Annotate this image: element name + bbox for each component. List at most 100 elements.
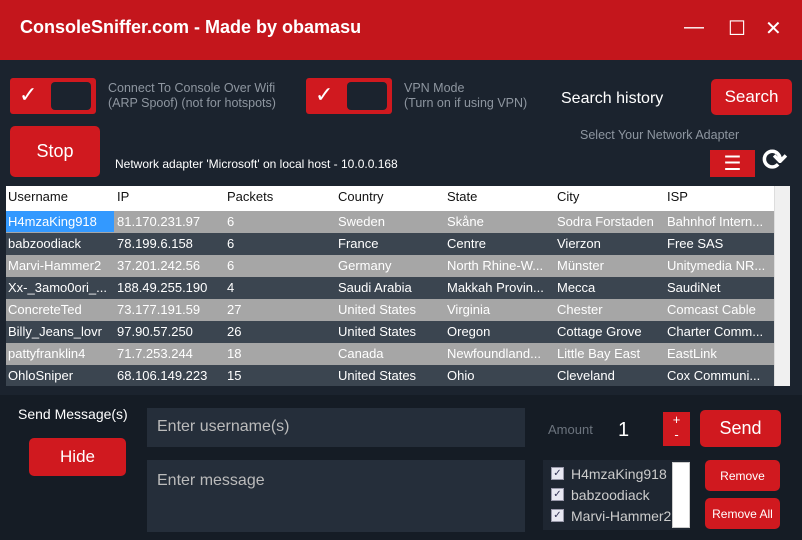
column-header-country[interactable]: Country <box>338 189 384 204</box>
message-panel: Send Message(s) Hide Enter username(s) E… <box>0 395 802 540</box>
checkbox-checked-icon[interactable]: ✓ <box>551 467 564 480</box>
cell-packets: 6 <box>227 214 235 229</box>
cell-city: Mecca <box>557 280 596 295</box>
recipient-item[interactable]: ✓ H4mzaKing918 <box>551 463 690 484</box>
minimize-button[interactable]: — <box>684 16 704 39</box>
cell-country: France <box>338 236 379 251</box>
column-header-username[interactable]: Username <box>8 189 68 204</box>
toggle-knob <box>51 82 91 110</box>
send-message-label: Send Message(s) <box>18 406 128 422</box>
cell-ip: 68.106.149.223 <box>117 368 208 383</box>
amount-label: Amount <box>548 422 593 437</box>
recipient-item[interactable]: ✓ Marvi-Hammer2 <box>551 505 690 526</box>
vpn-label-line2: (Turn on if using VPN) <box>404 96 528 110</box>
table-row[interactable]: ConcreteTed 73.177.191.59 27 United States V… <box>6 299 774 321</box>
cell-country: Canada <box>338 346 384 361</box>
message-input[interactable]: Enter message <box>147 460 525 532</box>
wifi-toggle-label: Connect To Console Over Wifi (ARP Spoof)… <box>108 81 276 111</box>
vpn-label-line1: VPN Mode <box>404 81 465 95</box>
maximize-button[interactable]: ☐ <box>728 16 746 41</box>
remove-button[interactable]: Remove <box>705 460 780 491</box>
cell-ip: 78.199.6.158 <box>117 236 193 251</box>
cell-username: Marvi-Hammer2 <box>8 258 102 273</box>
cell-username: H4mzaKing918 <box>6 211 114 232</box>
column-header-city[interactable]: City <box>557 189 579 204</box>
cell-packets: 27 <box>227 302 242 317</box>
cell-country: United States <box>338 368 417 383</box>
cell-ip: 97.90.57.250 <box>117 324 193 339</box>
vpn-toggle-label: VPN Mode (Turn on if using VPN) <box>404 81 527 111</box>
adapter-status: Network adapter 'Microsoft' on local hos… <box>115 157 398 171</box>
table-header: Username IP Packets Country State City ISP <box>6 186 774 210</box>
hide-button[interactable]: Hide <box>29 438 126 476</box>
cell-state: Newfoundland... <box>447 346 541 361</box>
window-title: ConsoleSniffer.com - Made by obamasu <box>20 17 362 37</box>
cell-username: pattyfranklin4 <box>8 346 86 361</box>
cell-city: Cottage Grove <box>557 324 642 339</box>
recipient-item[interactable]: ✓ babzoodiack <box>551 484 690 505</box>
cell-packets: 18 <box>227 346 242 361</box>
minus-icon[interactable]: - <box>663 427 690 442</box>
cell-isp: Free SAS <box>667 236 724 251</box>
column-header-ip[interactable]: IP <box>117 189 129 204</box>
wifi-label-line1: Connect To Console Over Wifi <box>108 81 276 95</box>
cell-isp: Cox Communi... <box>667 368 761 383</box>
cell-city: Münster <box>557 258 604 273</box>
cell-packets: 4 <box>227 280 235 295</box>
cell-isp: Comcast Cable <box>667 302 756 317</box>
cell-country: Sweden <box>338 214 385 229</box>
toggle-knob <box>347 82 387 110</box>
cell-ip: 71.7.253.244 <box>117 346 193 361</box>
players-table: Username IP Packets Country State City ISP H4m… <box>6 186 790 386</box>
table-row[interactable]: babzoodiack 78.199.6.158 6 France Centre Vier… <box>6 233 774 255</box>
username-input[interactable]: Enter username(s) <box>147 408 525 447</box>
search-button[interactable]: Search <box>711 79 792 115</box>
refresh-icon[interactable]: ⟳ <box>762 143 787 178</box>
cell-state: Virginia <box>447 302 491 317</box>
table-row[interactable]: H4mzaKing918 81.170.231.97 6 Sweden Skåne Sod… <box>6 211 774 233</box>
cell-country: United States <box>338 324 417 339</box>
checkbox-checked-icon[interactable]: ✓ <box>551 488 564 501</box>
recipient-name: Marvi-Hammer2 <box>571 507 671 524</box>
cell-packets: 6 <box>227 258 235 273</box>
send-button[interactable]: Send <box>700 410 781 447</box>
cell-state: Oregon <box>447 324 491 339</box>
vpn-toggle[interactable]: ✓ <box>306 78 392 114</box>
plus-icon[interactable]: + <box>663 412 690 427</box>
cell-username: Billy_Jeans_lovr <box>8 324 102 339</box>
cell-packets: 26 <box>227 324 242 339</box>
table-row[interactable]: Marvi-Hammer2 37.201.242.56 6 Germany North … <box>6 255 774 277</box>
cell-ip: 73.177.191.59 <box>117 302 201 317</box>
cell-state: Ohio <box>447 368 475 383</box>
stop-button[interactable]: Stop <box>10 126 100 177</box>
cell-isp: Unitymedia NR... <box>667 258 766 273</box>
cell-country: Germany <box>338 258 392 273</box>
cell-isp: Charter Comm... <box>667 324 764 339</box>
cell-ip: 188.49.255.190 <box>117 280 208 295</box>
remove-all-button[interactable]: Remove All <box>705 498 780 529</box>
cell-city: Sodra Forstaden <box>557 214 654 229</box>
table-row[interactable]: pattyfranklin4 71.7.253.244 18 Canada Newfou… <box>6 343 774 365</box>
cell-country: United States <box>338 302 417 317</box>
close-button[interactable]: ✕ <box>765 16 782 41</box>
column-header-packets[interactable]: Packets <box>227 189 273 204</box>
wifi-label-line2: (ARP Spoof) (not for hotspots) <box>108 96 276 110</box>
cell-packets: 15 <box>227 368 242 383</box>
table-row[interactable]: Xx-_3amo0ori_... 188.49.255.190 4 Saudi Ara… <box>6 277 774 299</box>
cell-country: Saudi Arabia <box>338 280 412 295</box>
adapter-menu-icon[interactable]: ☰ <box>710 150 755 177</box>
checkbox-checked-icon[interactable]: ✓ <box>551 509 564 522</box>
amount-stepper[interactable]: + - <box>663 412 690 446</box>
cell-isp: EastLink <box>667 346 717 361</box>
search-history-label: Search history <box>561 90 664 107</box>
column-header-isp[interactable]: ISP <box>667 189 688 204</box>
wifi-toggle[interactable]: ✓ <box>10 78 96 114</box>
table-row[interactable]: Billy_Jeans_lovr 97.90.57.250 26 United Sta… <box>6 321 774 343</box>
recipient-scrollbar[interactable] <box>672 462 690 528</box>
cell-state: Centre <box>447 236 487 251</box>
recipient-name: babzoodiack <box>571 486 650 503</box>
table-row[interactable]: OhloSniper 68.106.149.223 15 United States O… <box>6 365 774 386</box>
table-scrollbar[interactable] <box>774 186 790 386</box>
cell-state: Skåne <box>447 214 484 229</box>
column-header-state[interactable]: State <box>447 189 477 204</box>
